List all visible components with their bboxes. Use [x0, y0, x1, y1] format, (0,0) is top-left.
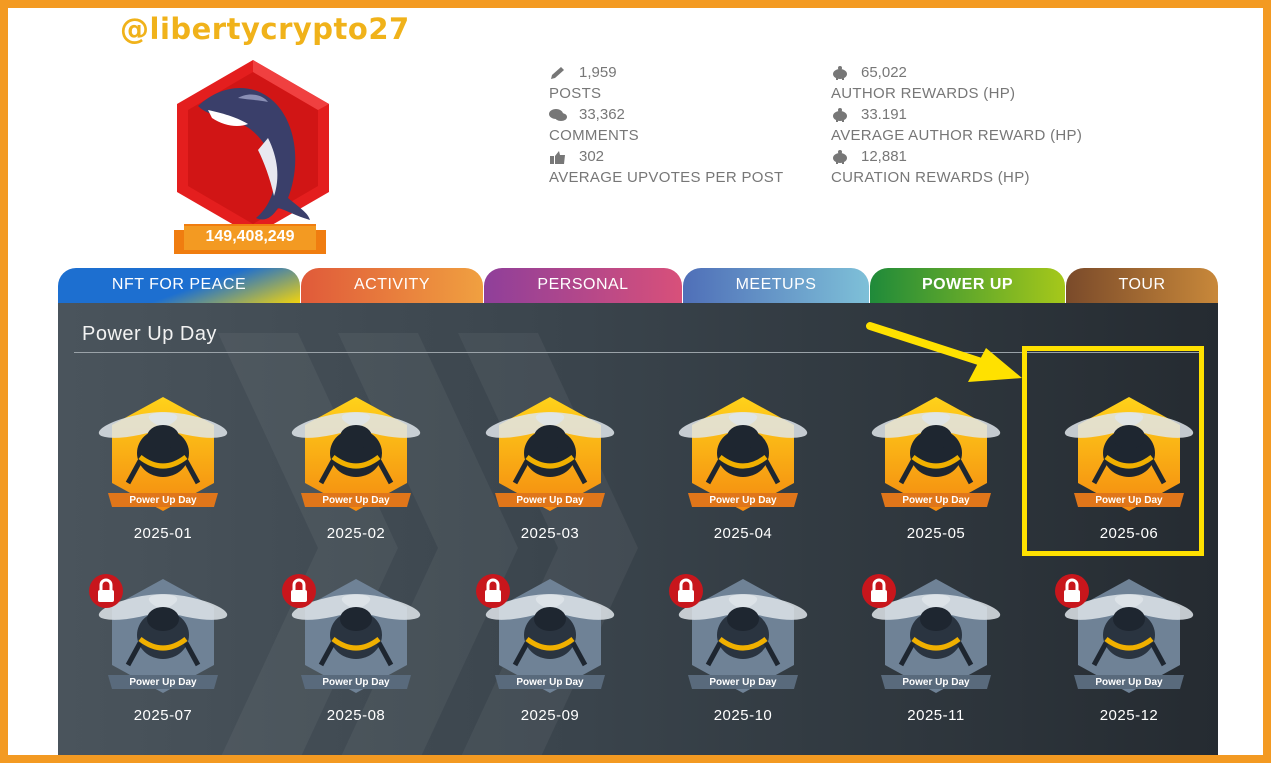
panel-title: Power Up Day: [82, 323, 217, 345]
locked-badge[interactable]: Power Up Day 2025-11: [861, 573, 1011, 753]
stat-value: 12,881: [861, 148, 907, 165]
badge-date-label: 2025-02: [326, 525, 386, 542]
svg-text:Power Up Day: Power Up Day: [902, 495, 970, 506]
svg-text:Power Up Day: Power Up Day: [709, 677, 777, 688]
lock-icon: [282, 574, 316, 608]
tab-meetups[interactable]: MEETUPS: [683, 268, 869, 304]
comments-icon: [549, 109, 567, 121]
stat-value: 1,959: [579, 64, 617, 81]
lock-icon: [1055, 574, 1089, 608]
power-up-badge[interactable]: Power Up Day 2025-01: [88, 391, 238, 571]
stat-value: 65,022: [861, 64, 907, 81]
badge-date-label: 2025-09: [520, 707, 580, 724]
piggy-bank-icon: [833, 66, 847, 80]
badge-date-label: 2025-07: [133, 707, 193, 724]
svg-text:Power Up Day: Power Up Day: [1095, 677, 1163, 688]
svg-text:Power Up Day: Power Up Day: [129, 677, 197, 688]
svg-text:Power Up Day: Power Up Day: [516, 495, 584, 506]
stat-value: 302: [579, 148, 605, 165]
arrow-icon: [866, 322, 1022, 382]
thumbs-up-icon: [550, 151, 565, 164]
tab-tour[interactable]: TOUR: [1066, 268, 1218, 304]
svg-text:Power Up Day: Power Up Day: [129, 495, 197, 506]
badge-date-label: 2025-03: [520, 525, 580, 542]
svg-text:Power Up Day: Power Up Day: [322, 677, 390, 688]
profile-page: @libertycrypto27 149,408,249 1,959 POSTS: [8, 8, 1263, 755]
svg-text:Power Up Day: Power Up Day: [709, 495, 777, 506]
badge-date-label: 2025-08: [326, 707, 386, 724]
piggy-bank-icon: [833, 108, 847, 122]
badge-date-label: 2025-04: [713, 525, 773, 542]
lock-icon: [862, 574, 896, 608]
stat-label: COMMENTS: [549, 127, 639, 144]
locked-badge[interactable]: Power Up Day 2025-12: [1054, 573, 1204, 753]
badge-date-label: 2025-12: [1099, 707, 1159, 724]
svg-text:Power Up Day: Power Up Day: [322, 495, 390, 506]
svg-text:Power Up Day: Power Up Day: [902, 677, 970, 688]
badge-date-label: 2025-05: [906, 525, 966, 542]
pencil-icon: [551, 67, 564, 79]
piggy-bank-icon: [833, 150, 847, 164]
tab-activity[interactable]: ACTIVITY: [301, 268, 483, 304]
stat-label: POSTS: [549, 85, 602, 102]
lock-icon: [89, 574, 123, 608]
tab-nft-for-peace[interactable]: NFT FOR PEACE: [58, 268, 300, 304]
stat-label: AVERAGE AUTHOR REWARD (HP): [831, 127, 1083, 144]
lock-icon: [669, 574, 703, 608]
locked-badge[interactable]: Power Up Day 2025-07: [88, 573, 238, 753]
stat-value: 33,362: [579, 106, 625, 123]
badge-date-label: 2025-10: [713, 707, 773, 724]
score-value: 149,408,249: [205, 228, 295, 245]
power-up-badge[interactable]: Power Up Day 2025-03: [475, 391, 625, 571]
tab-power-up[interactable]: POWER UP: [870, 268, 1065, 304]
badge-date-label: 2025-11: [907, 707, 965, 724]
power-up-badge[interactable]: Power Up Day 2025-02: [281, 391, 431, 571]
stat-label: CURATION REWARDS (HP): [831, 169, 1030, 186]
stat-value: 33.191: [861, 106, 907, 123]
highlight-box: [1022, 346, 1204, 556]
locked-badge[interactable]: Power Up Day 2025-08: [281, 573, 431, 753]
lock-icon: [476, 574, 510, 608]
svg-text:Power Up Day: Power Up Day: [516, 677, 584, 688]
username[interactable]: @libertycrypto27: [120, 12, 410, 46]
score-badge: 149,408,249: [174, 224, 326, 254]
locked-badge[interactable]: Power Up Day 2025-09: [475, 573, 625, 753]
stat-label: AVERAGE UPVOTES PER POST: [549, 169, 784, 186]
badge-date-label: 2025-01: [133, 525, 193, 542]
tab-bar: NFT FOR PEACE ACTIVITY PERSONAL MEETUPS …: [58, 268, 1218, 304]
locked-badge[interactable]: Power Up Day 2025-10: [668, 573, 818, 753]
power-up-badge[interactable]: Power Up Day 2025-05: [861, 391, 1011, 571]
tab-personal[interactable]: PERSONAL: [484, 268, 682, 304]
power-up-badge[interactable]: Power Up Day 2025-04: [668, 391, 818, 571]
stat-label: AUTHOR REWARDS (HP): [831, 85, 1016, 102]
